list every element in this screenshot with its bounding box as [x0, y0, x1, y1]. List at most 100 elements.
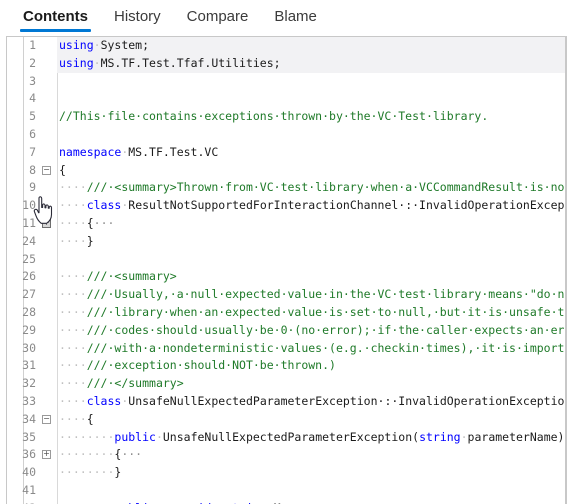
code-text[interactable]: using·MS.TF.Test.Tfaf.Utilities;: [57, 54, 566, 73]
code-text[interactable]: [57, 126, 566, 144]
fold-gutter-cell: [40, 429, 57, 447]
code-line: 29 ····///·codes·should·usually·be·0·(no·…: [7, 322, 566, 340]
token-ws: ····: [59, 358, 87, 373]
code-line: 9 ····///·<summary>Thrown·from·VC·test·li…: [7, 179, 566, 197]
tab-label: Blame: [274, 8, 317, 25]
code-line: 36 + ········{···: [7, 446, 566, 464]
token-ws: ········: [59, 447, 115, 462]
token-pl: MS.TF.Test.Tfaf.Utilities;: [100, 55, 281, 70]
fold-gutter-cell: [40, 73, 57, 91]
code-line: 34− ····{: [7, 411, 566, 429]
code-text[interactable]: ····///·<summary>: [57, 268, 566, 286]
line-number: 1: [29, 38, 36, 52]
fold-gutter-cell: [40, 357, 57, 375]
code-line: 3: [7, 73, 566, 91]
line-number: 4: [29, 91, 36, 106]
fold-expand-box[interactable]: +: [42, 218, 51, 228]
tab-compare[interactable]: Compare: [174, 0, 262, 34]
token-ws: ····: [59, 198, 87, 213]
code-editor-panel: 1 using·System; 2 using·MS.TF.Test.Tfaf.Uti…: [6, 36, 567, 504]
code-line: 6: [7, 126, 566, 144]
code-text[interactable]: using·System;: [57, 37, 566, 55]
code-text[interactable]: ····{···: [57, 215, 566, 233]
code-text[interactable]: ····///·exception·should·NOT·be·thrown.): [57, 357, 566, 375]
token-ws: ····: [59, 340, 87, 355]
token-ws: ····: [59, 411, 87, 426]
code-text[interactable]: ····///·</summary>: [57, 375, 566, 393]
line-number: 2: [29, 55, 36, 70]
tab-history[interactable]: History: [101, 0, 174, 34]
tab-label: Compare: [186, 8, 249, 25]
token-ws: ····: [59, 322, 87, 337]
token-cm: ///·exception·should·NOT·be·thrown.): [86, 358, 336, 373]
code-text[interactable]: namespace·MS.TF.Test.VC: [57, 144, 566, 162]
code-area[interactable]: 1 using·System; 2 using·MS.TF.Test.Tfaf.Uti…: [7, 37, 566, 504]
code-text[interactable]: ····///·with·a·nondeterministic·values·(…: [57, 340, 566, 358]
code-text[interactable]: ····class·UnsafeNullExpectedParameterExc…: [57, 393, 566, 411]
fold-expand-box[interactable]: +: [42, 449, 51, 460]
token-kw: using: [59, 38, 94, 52]
fold-gutter-cell: [40, 304, 57, 322]
token-kw: namespace: [59, 144, 122, 159]
fold-gutter-cell: [40, 179, 57, 197]
code-text[interactable]: ····///·<summary>Thrown·from·VC·test·lib…: [57, 179, 566, 197]
fold-gutter-cell: [40, 268, 57, 286]
code-text[interactable]: //This·file·contains·exceptions·thrown·b…: [57, 108, 566, 126]
fold-gutter-cell[interactable]: +: [40, 215, 57, 233]
line-number: 41: [22, 482, 36, 497]
line-number: 7: [29, 144, 36, 159]
fold-gutter-cell[interactable]: −: [40, 411, 57, 429]
code-text[interactable]: ····///·library·when·an·expected·value·i…: [57, 304, 566, 322]
code-text[interactable]: [57, 90, 566, 108]
code-text[interactable]: ····{: [57, 411, 566, 429]
code-text[interactable]: ····///·Usually,·a·null·expected·value·i…: [57, 286, 566, 304]
code-text[interactable]: {: [57, 162, 566, 180]
fold-gutter-cell[interactable]: −: [40, 162, 57, 180]
code-text[interactable]: [57, 251, 566, 269]
fold-gutter-cell: [40, 108, 57, 126]
fold-gutter-cell[interactable]: +: [40, 446, 57, 464]
fold-gutter-cell: [40, 37, 57, 55]
code-text[interactable]: ····}: [57, 233, 566, 251]
token-pl: }: [114, 465, 122, 480]
code-text[interactable]: ········{···: [57, 446, 566, 464]
fold-gutter-cell: [40, 375, 57, 393]
token-cm: ///·Usually,·a·null·expected·value·in·th…: [86, 287, 566, 302]
editor-right-border: [565, 37, 566, 504]
line-number: 35: [22, 429, 36, 444]
plus-icon: +: [43, 449, 50, 459]
tab-label: History: [114, 8, 161, 25]
line-number: 42: [7, 500, 40, 504]
fold-gutter-cell: [40, 126, 57, 144]
code-text[interactable]: [57, 482, 566, 500]
tab-blame[interactable]: Blame: [261, 0, 330, 34]
token-ws: ····: [59, 269, 87, 284]
token-kw: class: [86, 393, 122, 408]
code-text[interactable]: ········public·override·string·Message: [57, 500, 566, 504]
code-text[interactable]: ····///·codes·should·usually·be·0·(no·er…: [57, 322, 566, 340]
line-number: 25: [22, 251, 36, 266]
token-cm: ///·with·a·nondeterministic·values·(e.g.…: [86, 340, 566, 355]
tab-contents[interactable]: Contents: [10, 0, 101, 34]
code-text[interactable]: [57, 73, 566, 91]
line-number: 11: [22, 215, 36, 230]
token-pl: {: [86, 215, 94, 230]
token-cm: ///·<summary>: [86, 269, 177, 284]
line-number: 9: [29, 180, 36, 195]
fold-gutter-cell: [40, 251, 57, 269]
code-text[interactable]: ········}: [57, 464, 566, 482]
token-pl: }: [86, 233, 94, 248]
code-text[interactable]: ········public·UnsafeNullExpectedParamet…: [57, 429, 566, 447]
fold-collapse-box[interactable]: −: [42, 165, 51, 175]
line-number: 6: [29, 126, 36, 141]
fold-gutter-cell: [40, 393, 57, 411]
line-number: 24: [22, 233, 36, 248]
code-line: 40 ········}: [7, 464, 566, 482]
token-fx: ···: [121, 447, 143, 462]
code-line: 28 ····///·library·when·an·expected·value…: [7, 304, 566, 322]
token-kw: using: [59, 55, 94, 70]
code-line: 32 ····///·</summary>: [7, 375, 566, 393]
fold-collapse-box[interactable]: −: [42, 414, 51, 424]
code-text[interactable]: ····class·ResultNotSupportedForInteracti…: [57, 197, 566, 215]
code-line: 10 ····class·ResultNotSupportedForInterac…: [7, 197, 566, 215]
